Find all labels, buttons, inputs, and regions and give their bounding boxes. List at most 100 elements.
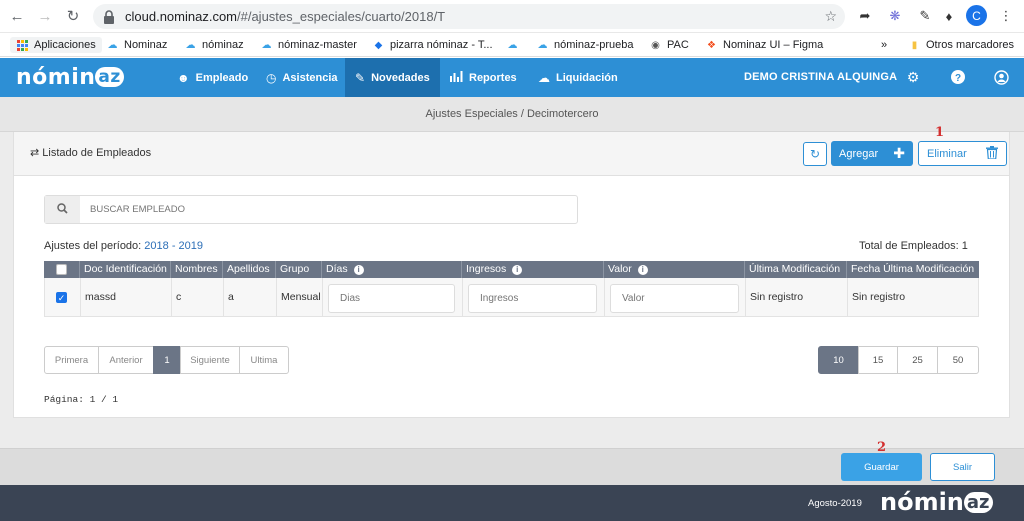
bar-chart-icon — [450, 70, 463, 85]
refresh-button[interactable]: ↻ — [803, 142, 827, 166]
delete-button[interactable]: Eliminar — [918, 141, 1007, 166]
page-size-50[interactable]: 50 — [937, 346, 979, 374]
page-size-10[interactable]: 10 — [818, 346, 859, 374]
bookmark-nominaz-2[interactable]: ☁ nóminaz — [184, 37, 244, 53]
save-button[interactable]: Guardar — [841, 453, 922, 481]
page-prev-button[interactable]: Anterior — [98, 346, 154, 374]
page-first-button[interactable]: Primera — [44, 346, 99, 374]
logo-badge: az — [95, 67, 124, 87]
settings-gears-icon[interactable]: ⚙ — [905, 69, 921, 85]
menu-novedades[interactable]: ✎ Novedades — [345, 58, 440, 97]
cell-doc: massd — [81, 278, 172, 316]
edit-icon: ✎ — [355, 70, 366, 85]
cloud-icon: ☁ — [107, 39, 118, 51]
row-checkbox[interactable]: ✓ — [56, 292, 67, 303]
back-arrow-icon[interactable]: ← — [6, 5, 28, 27]
url-path: /#/ajustes_especiales/cuarto/2018/T — [237, 9, 446, 24]
menu-reportes[interactable]: Reportes — [450, 58, 517, 97]
folder-icon: ▮ — [911, 39, 918, 51]
profile-avatar[interactable]: C — [966, 5, 987, 26]
kebab-menu-icon[interactable]: ⋮ — [996, 6, 1016, 26]
header-valor[interactable]: Valor i — [604, 261, 745, 278]
diamond-icon: ◆ — [374, 39, 383, 51]
add-button[interactable]: Agregar ✚ — [831, 141, 913, 166]
select-all-checkbox[interactable] — [56, 264, 67, 275]
bookmark-pac[interactable]: ◉ PAC — [649, 37, 689, 53]
exit-button[interactable]: Salir — [930, 453, 995, 481]
info-icon[interactable]: i — [512, 265, 523, 275]
header-fecha-ultima-mod[interactable]: Fecha Última Modificación — [847, 261, 979, 278]
header-nombres[interactable]: Nombres — [171, 261, 223, 278]
panel-title: ⇄ Listado de Empleados — [30, 146, 151, 159]
menu-liquidacion[interactable]: ☁ Liquidación — [538, 58, 618, 97]
search-button[interactable] — [45, 196, 80, 223]
cell-grupo: Mensual — [277, 278, 323, 316]
header-apellidos[interactable]: Apellidos — [223, 261, 276, 278]
bookmark-label: nóminaz-prueba — [554, 39, 634, 51]
header-doc[interactable]: Doc Identificación — [80, 261, 171, 278]
ingresos-input[interactable] — [468, 284, 597, 313]
bookmark-label: nóminaz — [202, 39, 244, 51]
globe-icon: ◉ — [651, 39, 660, 51]
annotation-1: 1 — [935, 125, 945, 140]
period-label: Ajustes del período: — [44, 240, 142, 252]
page-current-button[interactable]: 1 — [153, 346, 181, 374]
bookmark-otros-marcadores[interactable]: ▮ Otros marcadores — [908, 37, 1014, 53]
info-icon[interactable]: i — [637, 265, 648, 275]
info-icon[interactable]: i — [353, 265, 364, 275]
footer-logo: nómin az — [880, 488, 993, 516]
bookmark-nominaz[interactable]: ☁ Nominaz — [106, 37, 168, 53]
menu-label: Reportes — [469, 71, 517, 84]
row-select-cell: ✓ — [45, 278, 81, 316]
bookmark-figma[interactable]: ❖ Nominaz UI – Figma — [705, 37, 823, 53]
menu-asistencia[interactable]: ◷ Asistencia — [266, 58, 338, 97]
header-ingresos[interactable]: Ingresos i — [462, 261, 604, 278]
arrow-extension-icon[interactable]: ➦ — [855, 6, 875, 26]
bookmark-label: pizarra nóminaz - T... — [390, 39, 493, 51]
gear-extension-icon[interactable]: ❋ — [885, 6, 905, 26]
bookmark-aplicaciones[interactable]: Aplicaciones — [10, 37, 102, 53]
period-years: 2018 - 2019 — [144, 240, 204, 252]
panel-header: ⇄ Listado de Empleados ↻ Agregar ✚ Elimin… — [13, 132, 1010, 176]
add-label: Agregar — [839, 147, 879, 160]
header-valor-label: Valor — [608, 263, 632, 275]
page-size-25[interactable]: 25 — [897, 346, 938, 374]
delete-label: Eliminar — [927, 147, 967, 160]
clock-icon: ◷ — [266, 70, 277, 85]
header-ultima-mod[interactable]: Última Modificación — [745, 261, 847, 278]
page-next-button[interactable]: Siguiente — [180, 346, 240, 374]
bookmark-nominaz-prueba[interactable]: ☁ nóminaz-prueba — [536, 37, 634, 53]
menu-empleado[interactable]: ☻ Empleado — [177, 58, 256, 97]
bookmark-pizarra[interactable]: ◆ pizarra nóminaz - T... — [372, 37, 493, 53]
puzzle-icon[interactable]: ♦ — [939, 6, 959, 26]
period-info: Ajustes del período: 2018 - 2019 — [44, 240, 203, 252]
nominaz-logo[interactable]: nómin az — [16, 65, 124, 90]
search-box — [44, 195, 578, 224]
user-account-icon[interactable] — [993, 69, 1009, 85]
bookmark-cloud[interactable]: ☁ — [506, 37, 524, 53]
page-last-button[interactable]: Ultima — [239, 346, 289, 374]
page-size-15[interactable]: 15 — [858, 346, 898, 374]
bookmark-nominaz-master[interactable]: ☁ nóminaz-master — [260, 37, 357, 53]
header-grupo[interactable]: Grupo — [276, 261, 322, 278]
forward-arrow-icon[interactable]: → — [34, 5, 56, 27]
panel-title-text: Listado de Empleados — [42, 147, 152, 159]
help-icon[interactable]: ? — [950, 69, 966, 85]
address-bar[interactable]: cloud.nominaz.com/#/ajustes_especiales/c… — [93, 4, 845, 29]
dias-input[interactable] — [328, 284, 455, 313]
valor-input[interactable] — [610, 284, 739, 313]
search-input[interactable] — [82, 196, 572, 223]
menu-label: Empleado — [195, 71, 249, 84]
users-icon: ☻ — [177, 70, 190, 85]
page-info: Página: 1 / 1 — [44, 394, 119, 405]
bookmark-star-icon[interactable]: ☆ — [824, 8, 837, 25]
bookmark-label: Nominaz UI – Figma — [723, 39, 824, 51]
reload-icon[interactable]: ↻ — [62, 5, 84, 27]
pen-extension-icon[interactable]: ✎ — [915, 6, 935, 26]
header-ingresos-label: Ingresos — [466, 263, 507, 275]
user-name[interactable]: DEMO CRISTINA ALQUINGA — [744, 71, 897, 83]
logo-text: nómin — [16, 65, 96, 90]
table-header: Doc Identificación Nombres Apellidos Gru… — [44, 261, 979, 278]
more-bookmarks[interactable]: » — [881, 37, 887, 53]
header-dias[interactable]: Días i — [322, 261, 462, 278]
